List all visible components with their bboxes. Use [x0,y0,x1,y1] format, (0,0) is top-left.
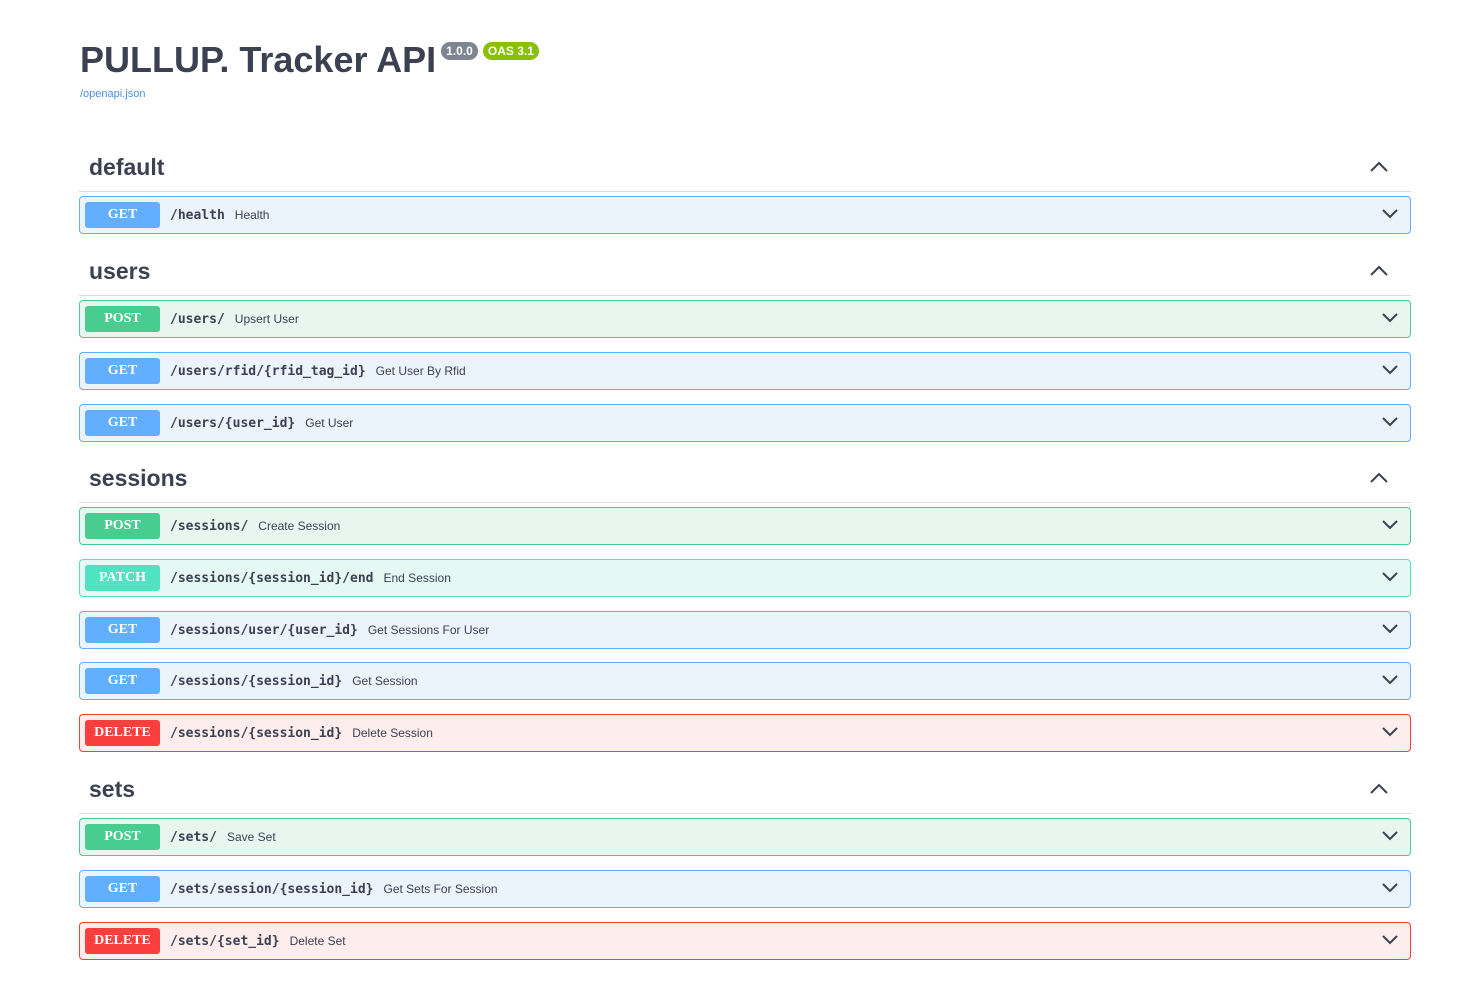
operation-path: /sessions/ [170,518,249,534]
chevron-down-icon[interactable] [1382,675,1398,685]
tag-section-sessions[interactable]: sessions [79,457,1411,503]
chevron-down-icon[interactable] [1382,727,1398,737]
tag-name: users [89,258,151,284]
operation-get-health[interactable]: GET /health Health [79,196,1411,234]
operation-path: /sets/{set_id} [170,933,280,949]
operation-summary: Get User By Rfid [375,364,466,378]
operation-path: /sets/ [170,829,217,845]
operation-summary: Get Sessions For User [367,623,490,637]
chevron-down-icon[interactable] [1382,935,1398,945]
operation-path: /users/{user_id} [170,415,296,431]
version-badge: 1.0.0 [441,42,478,60]
tag-section-default[interactable]: default [79,146,1411,192]
method-badge: GET [85,202,160,228]
title-row: PULLUP. Tracker API 1.0.0 OAS 3.1 [80,38,539,82]
operation-path: /users/ [170,311,225,327]
api-info: PULLUP. Tracker API 1.0.0 OAS 3.1 /opena… [80,38,539,100]
method-badge: GET [85,358,160,384]
operation-summary: Save Set [226,830,276,844]
tag-section-users[interactable]: users [79,250,1411,296]
method-badge: GET [85,617,160,643]
swagger-ui: PULLUP. Tracker API 1.0.0 OAS 3.1 /opena… [0,0,1482,998]
method-badge: POST [85,306,160,332]
operation-path: /users/rfid/{rfid_tag_id} [170,363,366,379]
page-title: PULLUP. Tracker API [80,39,437,80]
operation-summary: Delete Session [352,726,433,740]
chevron-up-icon[interactable] [1369,264,1389,278]
method-badge: GET [85,668,160,694]
operation-path: /sets/session/{session_id} [170,881,374,897]
tag-section-sets[interactable]: sets [79,768,1411,814]
operation-get-sessions-for-user[interactable]: GET /sessions/user/{user_id} Get Session… [79,611,1411,649]
method-badge: DELETE [85,928,160,954]
operation-path: /sessions/user/{user_id} [170,622,358,638]
operation-delete-session[interactable]: DELETE /sessions/{session_id} Delete Ses… [79,714,1411,752]
operation-path: /sessions/{session_id} [170,725,343,741]
chevron-down-icon[interactable] [1382,365,1398,375]
operation-post-sets[interactable]: POST /sets/ Save Set [79,818,1411,856]
oas-badge: OAS 3.1 [482,42,539,60]
chevron-up-icon[interactable] [1369,471,1389,485]
operation-get-user-by-rfid[interactable]: GET /users/rfid/{rfid_tag_id} Get User B… [79,352,1411,390]
operation-summary: Get Session [352,674,418,688]
chevron-up-icon[interactable] [1369,160,1389,174]
tag-name: default [89,154,165,180]
chevron-down-icon[interactable] [1382,209,1398,219]
chevron-down-icon[interactable] [1382,624,1398,634]
chevron-down-icon[interactable] [1382,883,1398,893]
operation-get-sets-for-session[interactable]: GET /sets/session/{session_id} Get Sets … [79,870,1411,908]
operation-summary: Get Sets For Session [383,882,498,896]
method-badge: POST [85,824,160,850]
operation-get-user[interactable]: GET /users/{user_id} Get User [79,404,1411,442]
operation-path: /sessions/{session_id}/end [170,570,374,586]
operation-summary: Create Session [258,519,341,533]
operation-summary: Upsert User [234,312,299,326]
tag-name: sessions [89,465,188,491]
tag-name: sets [89,776,136,802]
chevron-down-icon[interactable] [1382,313,1398,323]
operation-delete-set[interactable]: DELETE /sets/{set_id} Delete Set [79,922,1411,960]
operation-get-session[interactable]: GET /sessions/{session_id} Get Session [79,662,1411,700]
method-badge: DELETE [85,720,160,746]
method-badge: GET [85,876,160,902]
operation-summary: Delete Set [289,934,346,948]
chevron-down-icon[interactable] [1382,417,1398,427]
openapi-json-link[interactable]: /openapi.json [80,88,539,100]
method-badge: POST [85,513,160,539]
operation-post-sessions[interactable]: POST /sessions/ Create Session [79,507,1411,545]
chevron-up-icon[interactable] [1369,782,1389,796]
chevron-down-icon[interactable] [1382,572,1398,582]
operation-patch-end-session[interactable]: PATCH /sessions/{session_id}/end End Ses… [79,559,1411,597]
operation-path: /health [170,207,225,223]
method-badge: GET [85,410,160,436]
operation-summary: Get User [305,416,354,430]
chevron-down-icon[interactable] [1382,831,1398,841]
operation-summary: Health [234,208,270,222]
operation-summary: End Session [383,571,451,585]
chevron-down-icon[interactable] [1382,520,1398,530]
operation-path: /sessions/{session_id} [170,673,343,689]
method-badge: PATCH [85,565,160,591]
operation-post-users[interactable]: POST /users/ Upsert User [79,300,1411,338]
